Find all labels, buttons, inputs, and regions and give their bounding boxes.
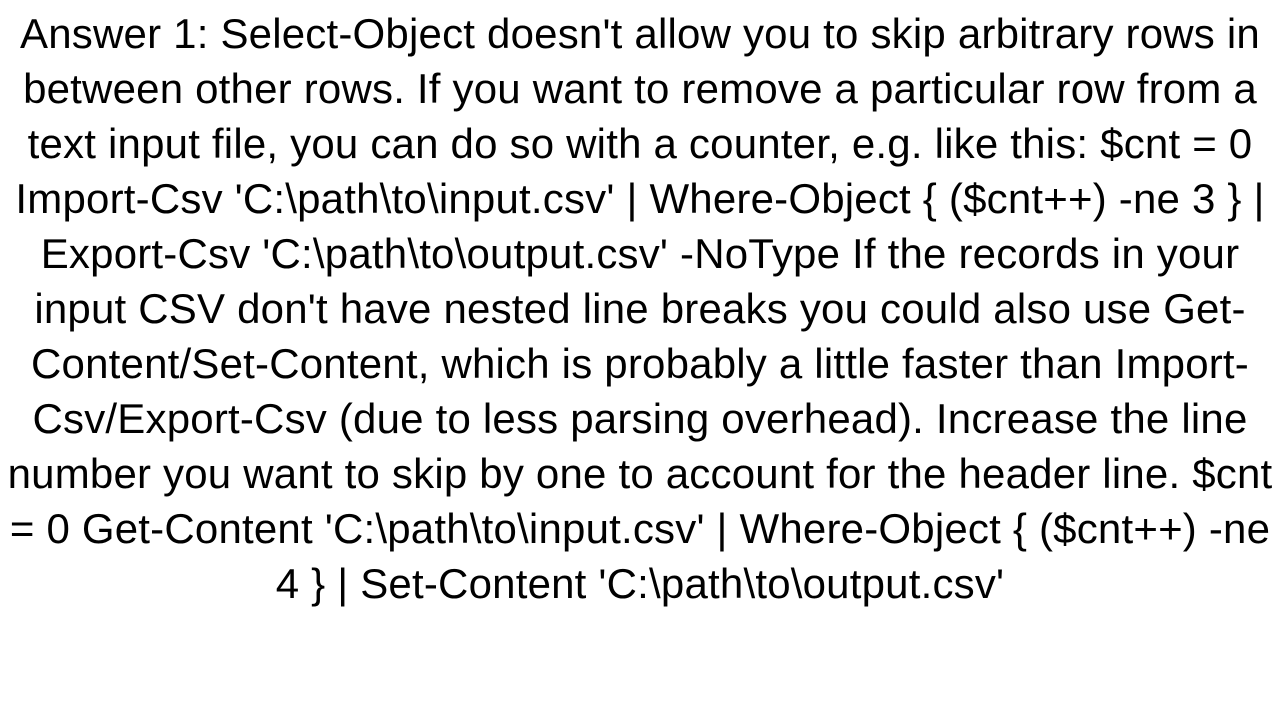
answer-body: Answer 1: Select-Object doesn't allow yo… [0, 0, 1280, 720]
answer-text: Answer 1: Select-Object doesn't allow yo… [0, 6, 1280, 611]
